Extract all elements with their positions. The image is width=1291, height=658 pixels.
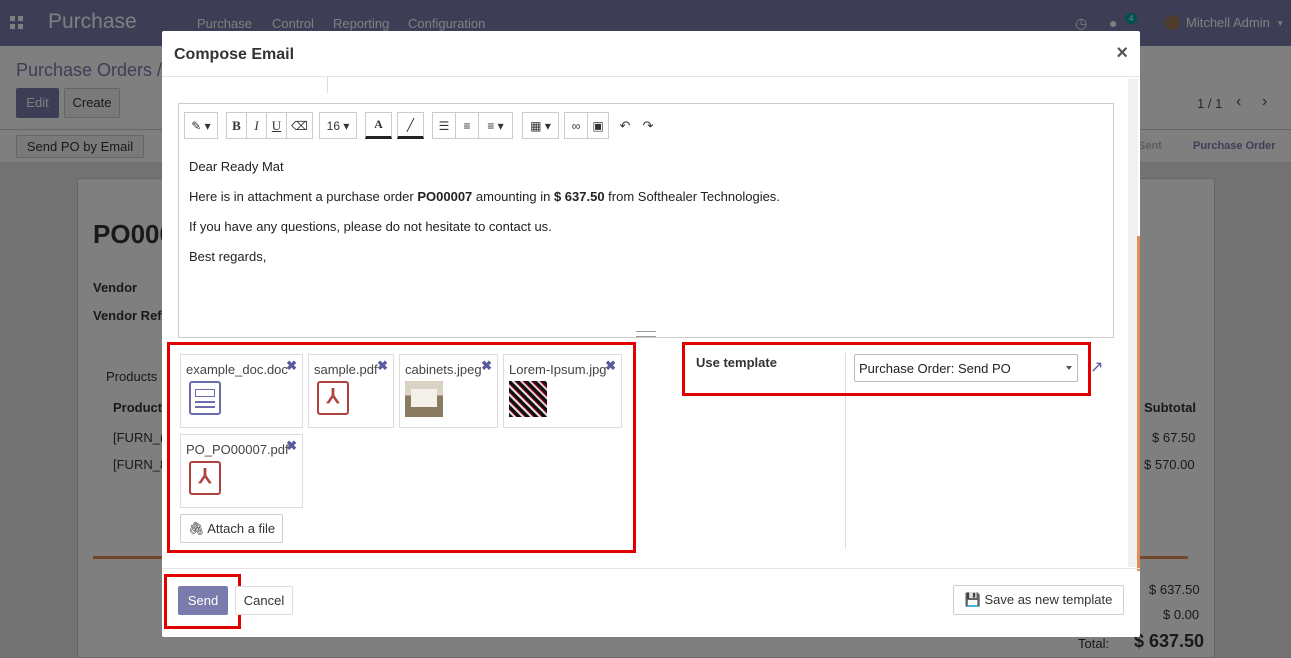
pdf-file-icon: ⅄ bbox=[189, 461, 221, 495]
po-reference: PO00007 bbox=[417, 189, 473, 204]
paperclip-icon: 🖇 bbox=[187, 521, 205, 536]
underline-button[interactable]: U bbox=[266, 112, 287, 139]
email-body-editor[interactable]: ✎ ▾ B I U ⌫ 16 ▾ A ╱ ☰ ≡ ≡ ▾ ▦ ▾ ∞ ▣ ↶ ↷… bbox=[178, 103, 1114, 338]
attach-file-button[interactable]: 🖇 Attach a file bbox=[180, 514, 283, 543]
font-size-value: 16 bbox=[326, 118, 340, 133]
external-link-icon[interactable]: ↗ bbox=[1090, 357, 1103, 377]
remove-attachment-icon[interactable]: ✖ bbox=[605, 358, 616, 374]
attachment-name: sample.pdf bbox=[314, 362, 378, 377]
unordered-list-icon[interactable]: ☰ bbox=[432, 112, 456, 139]
table-icon[interactable]: ▦ ▾ bbox=[522, 112, 559, 139]
ordered-list-icon[interactable]: ≡ bbox=[455, 112, 479, 139]
compose-email-dialog: Compose Email × ✎ ▾ B I U ⌫ 16 ▾ A ╱ ☰ ≡… bbox=[162, 31, 1140, 637]
template-select-value: Purchase Order: Send PO bbox=[859, 361, 1011, 376]
select-caret-icon bbox=[1066, 366, 1072, 370]
scroll-thumb[interactable] bbox=[1137, 236, 1140, 571]
template-select[interactable]: Purchase Order: Send PO bbox=[854, 354, 1078, 382]
font-size-select[interactable]: 16 ▾ bbox=[319, 112, 357, 139]
doc-file-icon bbox=[189, 381, 221, 415]
undo-icon[interactable]: ↶ bbox=[616, 112, 634, 139]
use-template-label: Use template bbox=[696, 355, 777, 370]
attachment-card[interactable]: PO_PO00007.pdf ✖ ⅄ bbox=[180, 434, 303, 508]
image-thumbnail bbox=[405, 381, 443, 417]
body-line-2: If you have any questions, please do not… bbox=[189, 219, 552, 234]
greeting-line: Dear Ready Mat bbox=[189, 159, 284, 174]
font-color-icon[interactable]: A bbox=[365, 112, 392, 139]
dialog-title: Compose Email bbox=[174, 46, 295, 63]
amount-value: $ 637.50 bbox=[553, 189, 605, 204]
attachment-name: example_doc.doc bbox=[186, 362, 288, 377]
magic-wand-icon[interactable]: ✎ ▾ bbox=[184, 112, 218, 139]
resize-grip-icon[interactable] bbox=[636, 331, 656, 337]
save-template-label: Save as new template bbox=[984, 592, 1113, 607]
cancel-button[interactable]: Cancel bbox=[235, 586, 293, 615]
attachment-card[interactable]: sample.pdf ✖ ⅄ bbox=[308, 354, 394, 428]
save-as-template-button[interactable]: 💾 Save as new template bbox=[953, 585, 1124, 615]
dialog-header: Compose Email × bbox=[162, 31, 1140, 77]
eraser-icon[interactable]: ⌫ bbox=[286, 112, 313, 139]
body-line-1: Here is in attachment a purchase order P… bbox=[189, 189, 780, 204]
attach-file-label: Attach a file bbox=[207, 521, 276, 536]
link-icon[interactable]: ∞ bbox=[564, 112, 588, 139]
floppy-disk-icon: 💾 bbox=[964, 592, 981, 607]
send-button[interactable]: Send bbox=[178, 586, 228, 615]
attachment-card[interactable]: example_doc.doc ✖ bbox=[180, 354, 303, 428]
body-line-3: Best regards, bbox=[189, 249, 267, 264]
pdf-file-icon: ⅄ bbox=[317, 381, 349, 415]
align-icon[interactable]: ≡ ▾ bbox=[478, 112, 513, 139]
attachment-name: cabinets.jpeg bbox=[405, 362, 482, 377]
background-color-icon[interactable]: ╱ bbox=[397, 112, 424, 139]
image-thumbnail bbox=[509, 381, 547, 417]
redo-icon[interactable]: ↷ bbox=[639, 112, 657, 139]
italic-button[interactable]: I bbox=[246, 112, 267, 139]
remove-attachment-icon[interactable]: ✖ bbox=[377, 358, 388, 374]
bold-button[interactable]: B bbox=[226, 112, 247, 139]
attachment-card[interactable]: Lorem-Ipsum.jpg ✖ bbox=[503, 354, 622, 428]
remove-attachment-icon[interactable]: ✖ bbox=[286, 438, 297, 454]
footer-divider bbox=[162, 568, 1140, 569]
remove-attachment-icon[interactable]: ✖ bbox=[481, 358, 492, 374]
attachment-name: PO_PO00007.pdf bbox=[186, 442, 289, 457]
email-content[interactable]: Dear Ready Mat Here is in attachment a p… bbox=[189, 159, 780, 279]
close-icon[interactable]: × bbox=[1116, 43, 1128, 63]
remove-attachment-icon[interactable]: ✖ bbox=[286, 358, 297, 374]
field-separator bbox=[327, 77, 328, 93]
image-icon[interactable]: ▣ bbox=[587, 112, 609, 139]
attachment-name: Lorem-Ipsum.jpg bbox=[509, 362, 607, 377]
attachment-card[interactable]: cabinets.jpeg ✖ bbox=[399, 354, 498, 428]
